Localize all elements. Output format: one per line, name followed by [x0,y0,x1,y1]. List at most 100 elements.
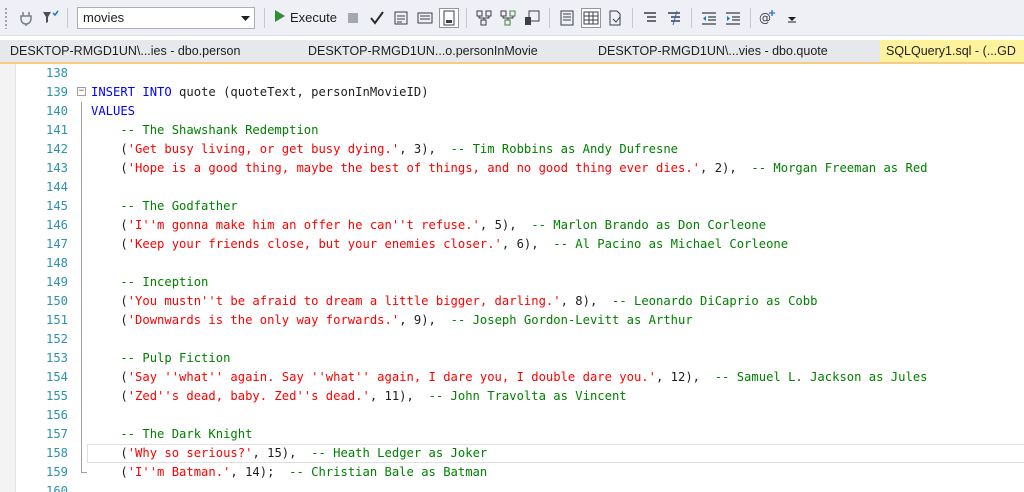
client-stats-icon[interactable] [522,8,542,28]
fold-guide [81,387,82,406]
sql-comment: -- Morgan Freeman as Red [751,161,928,175]
code-line[interactable]: 160 [0,482,1024,492]
code-line[interactable]: 142 ('Get busy living, or get busy dying… [0,140,1024,159]
tab-personinmovie-table[interactable]: DESKTOP-RMGD1UN...o.personInMovie [290,40,580,62]
stop-icon[interactable] [343,8,363,28]
sql-text: , 15), [252,446,312,460]
display-plan-icon[interactable] [391,8,411,28]
sql-editor[interactable]: 138 139− INSERT INTO quote (quoteText, per… [0,64,1024,492]
parse-icon[interactable] [367,8,387,28]
code-text: ('I''m Batman.', 14); -- Christian Bale … [91,463,487,482]
sql-string: 'Zed''s dead, baby. Zed''s dead.' [127,389,370,403]
code-line[interactable]: 143 ('Hope is a good thing, maybe the be… [0,159,1024,178]
line-number: 156 [45,408,68,422]
toolbar-grip[interactable] [4,6,8,29]
code-text: ('Zed''s dead, baby. Zed''s dead.', 11),… [91,387,626,406]
line-number: 150 [45,294,68,308]
code-line[interactable]: 155 ('Zed''s dead, baby. Zed''s dead.', … [0,387,1024,406]
sql-text: , 5), [479,218,532,232]
fold-guide [81,159,82,178]
collapse-icon[interactable]: − [77,87,86,96]
intellisense-icon[interactable] [438,7,459,28]
results-to-file-icon[interactable] [605,8,625,28]
code-text: -- Inception [91,273,208,292]
sql-string: 'Get busy living, or get busy dying.' [127,142,400,156]
toolbar-separator [631,7,633,28]
sql-comment: -- Samuel L. Jackson as Jules [714,370,928,384]
comment-icon[interactable] [640,8,660,28]
increase-indent-icon[interactable] [723,8,743,28]
tab-label: DESKTOP-RMGD1UN...o.personInMovie [308,44,538,58]
sql-text: quote (quoteText, personInMovieID) [171,85,429,99]
toolbar-separator [264,7,265,28]
sql-text: ( [91,237,128,251]
sql-text: ( [91,465,128,479]
database-select-value: movies [83,10,125,25]
sql-comment: -- Leonardo DiCaprio as Cobb [611,294,818,308]
line-number: 154 [45,370,68,384]
uncomment-icon[interactable] [664,8,684,28]
toolbar-overflow-icon[interactable] [782,8,802,28]
code-line[interactable]: 139− INSERT INTO quote (quoteText, person… [0,83,1024,102]
code-line[interactable]: 145 -- The Godfather [0,197,1024,216]
line-number: 149 [45,275,68,289]
code-text: ('Say ''what'' again. Say ''what'' again… [91,368,928,387]
fold-guide [81,102,82,121]
filter-icon[interactable] [40,8,60,28]
tab-sqlquery1[interactable]: SQLQuery1.sql - (...GD [880,40,1024,62]
fold-guide [81,140,82,159]
line-number: 158 [45,446,68,460]
results-to-grid-icon[interactable] [580,7,601,28]
code-text: ('Hope is a good thing, maybe the best o… [91,159,928,178]
query-toolbar: movies Execute @ [0,0,1024,36]
sql-comment: -- Marlon Brando as Don Corleone [531,218,767,232]
code-line[interactable]: 156 [0,406,1024,425]
sql-string: 'I''m Batman.' [127,465,231,479]
code-line[interactable]: 157 -- The Dark Knight [0,425,1024,444]
tab-quote-table[interactable]: DESKTOP-RMGD1UN\...vies - dbo.quote [580,40,880,62]
sql-comment: -- The Shawshank Redemption [91,123,319,137]
line-number: 151 [45,313,68,327]
code-line[interactable]: 154 ('Say ''what'' again. Say ''what'' a… [0,368,1024,387]
execute-button[interactable]: Execute [270,7,341,29]
code-line[interactable]: 152 [0,330,1024,349]
fold-guide [81,178,82,197]
code-text: -- Pulp Fiction [91,349,230,368]
decrease-indent-icon[interactable] [699,8,719,28]
specify-values-icon[interactable]: @ [758,8,778,28]
fold-guide [81,425,82,444]
query-options-icon[interactable] [415,8,435,28]
fold-guide [81,254,82,273]
fold-guide [81,368,82,387]
line-number: 143 [45,161,68,175]
code-line[interactable]: 147 ('Keep your friends close, but your … [0,235,1024,254]
code-line[interactable]: 158 ('Why so serious?', 15), -- Heath Le… [0,444,1024,463]
code-text: ('Keep your friends close, but your enem… [91,235,788,254]
sql-text: , 14); [230,465,290,479]
fold-guide [81,235,82,254]
code-line[interactable]: 144 [0,178,1024,197]
code-line[interactable]: 159 ('I''m Batman.', 14); -- Christian B… [0,463,1024,482]
code-line[interactable]: 138 [0,64,1024,83]
connect-icon[interactable] [16,8,36,28]
tab-label: SQLQuery1.sql - (...GD [886,44,1016,58]
chevron-down-icon[interactable] [241,10,250,25]
code-line[interactable]: 148 [0,254,1024,273]
sql-text: , 3), [399,142,451,156]
database-select[interactable]: movies [77,6,255,29]
code-line[interactable]: 141 -- The Shawshank Redemption [0,121,1024,140]
code-line[interactable]: 146 ('I''m gonna make him an offer he ca… [0,216,1024,235]
line-number: 142 [45,142,68,156]
sql-keyword: VALUES [91,104,136,118]
live-stats-icon[interactable] [498,8,518,28]
code-line[interactable]: 140 VALUES [0,102,1024,121]
code-line[interactable]: 153 -- Pulp Fiction [0,349,1024,368]
tab-person-table[interactable]: DESKTOP-RMGD1UN\...ies - dbo.person [0,40,290,62]
include-plan-icon[interactable] [474,8,494,28]
sql-text: , 6), [501,237,554,251]
code-line[interactable]: 150 ('You mustn''t be afraid to dream a … [0,292,1024,311]
code-line[interactable]: 149 -- Inception [0,273,1024,292]
results-to-text-icon[interactable] [557,8,577,28]
fold-guide [81,197,82,216]
code-line[interactable]: 151 ('Downwards is the only way forwards… [0,311,1024,330]
